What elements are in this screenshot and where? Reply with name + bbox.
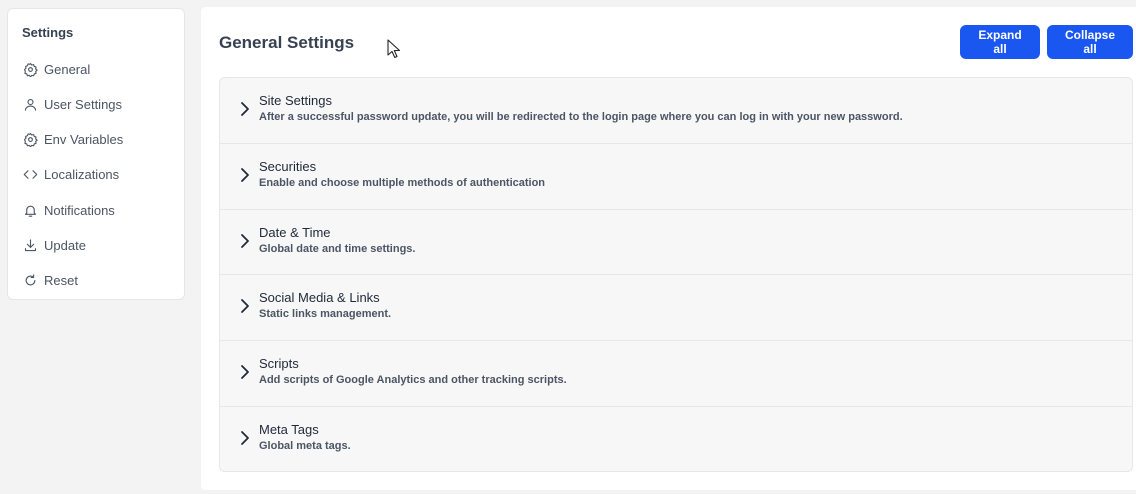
sidebar-item-label: Notifications (44, 202, 115, 218)
chevron-right-icon (241, 365, 249, 380)
sidebar-item-localizations[interactable]: Localizations (22, 163, 119, 185)
download-icon (22, 237, 38, 253)
main-panel: General Settings Expand all Collapse all… (201, 7, 1136, 490)
sidebar-item-reset[interactable]: Reset (22, 269, 78, 291)
sidebar-item-label: Env Variables (44, 131, 124, 147)
bell-icon (22, 202, 38, 218)
accordion-description: Static links management. (259, 308, 392, 321)
sidebar-item-label: Localizations (44, 166, 120, 182)
collapse-all-button[interactable]: Collapse all (1047, 25, 1133, 59)
settings-accordion: Site Settings After a successful passwor… (219, 77, 1133, 472)
sidebar-item-label: General (44, 61, 91, 77)
gear-icon (22, 131, 38, 147)
settings-sidebar: Settings General User Settings Env Varia… (7, 8, 185, 300)
chevron-right-icon (241, 431, 249, 445)
accordion-item-social-media-links[interactable]: Social Media & Links Static links manage… (220, 275, 1132, 342)
sidebar-title: Settings (22, 25, 74, 40)
accordion-item-site-settings[interactable]: Site Settings After a successful passwor… (220, 78, 1132, 144)
mouse-cursor-icon (387, 39, 401, 59)
accordion-item-scripts[interactable]: Scripts Add scripts of Google Analytics … (220, 341, 1132, 407)
accordion-description: After a successful password update, you … (259, 111, 903, 123)
accordion-title: Scripts (259, 356, 299, 372)
accordion-title: Date & Time (259, 224, 331, 240)
accordion-description: Add scripts of Google Analytics and othe… (259, 374, 567, 387)
accordion-item-date-time[interactable]: Date & Time Global date and time setting… (220, 210, 1132, 276)
sidebar-item-label: Update (44, 237, 86, 253)
accordion-item-meta-tags[interactable]: Meta Tags Global meta tags. (220, 407, 1132, 471)
accordion-title: Site Settings (259, 93, 332, 108)
code-icon (22, 166, 38, 182)
chevron-right-icon (241, 233, 249, 248)
accordion-description: Global date and time settings. (259, 242, 416, 255)
gear-icon (22, 61, 38, 77)
accordion-item-securities[interactable]: Securities Enable and choose multiple me… (220, 144, 1132, 210)
page-title: General Settings (219, 33, 355, 52)
accordion-title: Meta Tags (259, 421, 319, 437)
accordion-description: Enable and choose multiple methods of au… (259, 176, 546, 189)
sidebar-item-label: User Settings (44, 96, 123, 112)
accordion-title: Social Media & Links (259, 290, 380, 306)
sidebar-item-general[interactable]: General (22, 58, 90, 80)
accordion-title: Securities (259, 158, 317, 174)
sidebar-item-update[interactable]: Update (22, 234, 86, 256)
sidebar-item-env-variables[interactable]: Env Variables (22, 128, 123, 150)
sidebar-item-user-settings[interactable]: User Settings (22, 93, 122, 115)
chevron-right-icon (241, 167, 249, 182)
chevron-right-icon (241, 299, 249, 314)
sidebar-item-label: Reset (44, 272, 78, 288)
user-icon (22, 96, 38, 112)
accordion-description: Global meta tags. (259, 439, 351, 452)
chevron-right-icon (241, 102, 249, 116)
refresh-icon (22, 272, 38, 288)
sidebar-item-notifications[interactable]: Notifications (22, 199, 115, 221)
expand-all-button[interactable]: Expand all (960, 25, 1040, 59)
